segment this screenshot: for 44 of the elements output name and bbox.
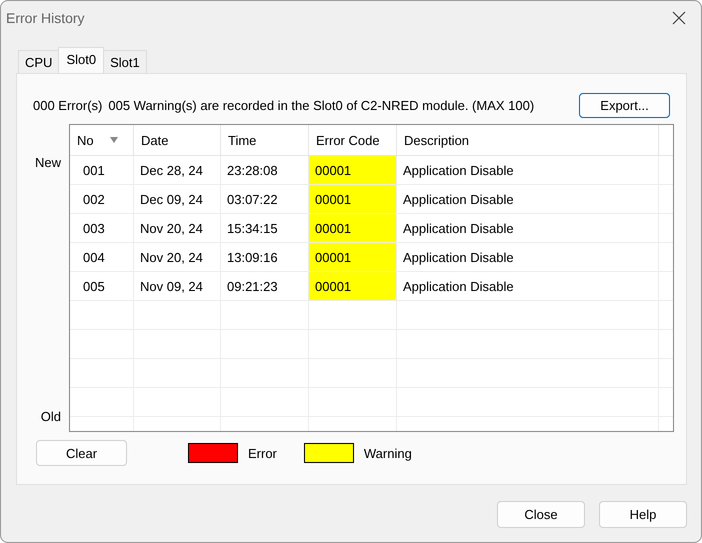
sort-icon [110,137,118,143]
table-cell: Application Disable [397,272,659,301]
window-title: Error History [6,10,85,26]
oldest-label: Old [40,409,61,424]
column-header[interactable]: No [70,125,134,156]
table-cell: Application Disable [397,243,659,272]
column-header[interactable]: Date [134,125,221,156]
error-code-cell: 00001 [309,214,397,243]
newest-label: New [34,155,61,170]
legend-label: Error [248,446,277,460]
tab[interactable]: Slot1 [103,50,147,73]
dialog-button[interactable]: Close [497,501,585,528]
table-cell: Application Disable [397,214,659,243]
error-code-cell: 00001 [309,185,397,214]
column-header[interactable]: Time [221,125,309,156]
error-code-cell: 00001 [309,243,397,272]
empty-cell [70,359,134,388]
table-cell: 002 [70,185,134,214]
export-button[interactable]: Export... [579,92,670,118]
empty-cell [70,301,134,330]
dialog-button[interactable]: Help [599,501,687,528]
table-cell: Nov 09, 24 [134,272,221,301]
clear-button[interactable]: Clear [36,440,127,466]
empty-cell [70,330,134,359]
table-cell: 001 [70,156,134,185]
table-cell: 005 [70,272,134,301]
table-cell: 004 [70,243,134,272]
warning-summary: 005 Warning(s) are recorded in the Slot0 of C2-NRED module. (MAX 100) [108,98,534,112]
error-code-cell: 00001 [309,272,397,301]
error-code-cell: 00001 [309,156,397,185]
table-cell: 003 [70,214,134,243]
error-count: 000 Error(s) [33,98,102,112]
table-cell: Dec 09, 24 [134,185,221,214]
table-cell: Nov 20, 24 [134,214,221,243]
tab[interactable]: Slot0 [58,47,104,73]
tab[interactable]: CPU [18,50,60,73]
table-cell: Dec 28, 24 [134,156,221,185]
empty-cell [70,388,134,417]
legend-label: Warning [364,446,412,460]
table-cell: Nov 20, 24 [134,243,221,272]
close-icon[interactable] [672,11,686,25]
column-header[interactable]: Description [397,125,659,156]
table-cell: Application Disable [397,156,659,185]
table-cell: Application Disable [397,185,659,214]
